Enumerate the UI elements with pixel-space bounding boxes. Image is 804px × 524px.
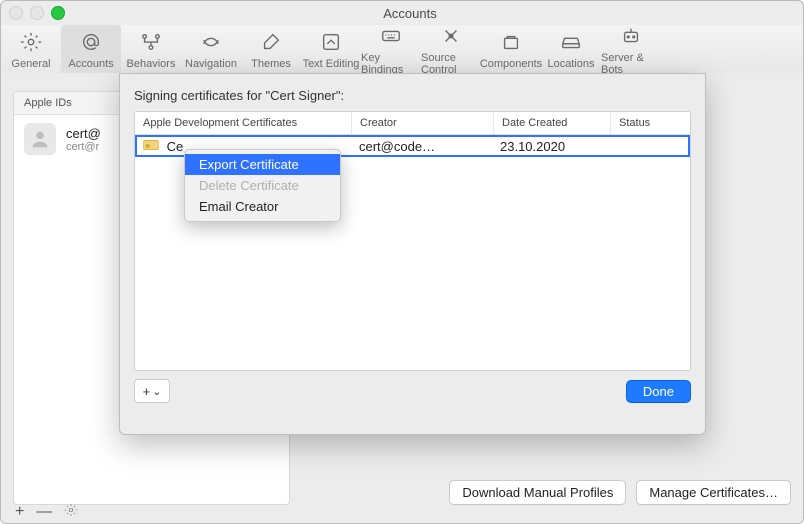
tab-general[interactable]: General xyxy=(1,25,61,75)
signing-certificates-sheet: Signing certificates for "Cert Signer": … xyxy=(119,73,706,435)
package-icon xyxy=(500,31,522,56)
drive-icon xyxy=(560,31,582,56)
add-account-button[interactable]: + xyxy=(15,504,24,520)
tab-components[interactable]: Components xyxy=(481,25,541,75)
tab-label: General xyxy=(11,58,50,70)
account-text: cert@ cert@r xyxy=(66,126,101,153)
cell-date: 23.10.2020 xyxy=(492,137,608,156)
tab-label: Behaviors xyxy=(127,58,176,70)
context-menu: Export Certificate Delete Certificate Em… xyxy=(184,149,341,222)
tab-locations[interactable]: Locations xyxy=(541,25,601,75)
sheet-title: Signing certificates for "Cert Signer": xyxy=(134,88,691,103)
arrows-icon xyxy=(200,31,222,56)
tab-label: Text Editing xyxy=(303,58,360,70)
account-subtext: cert@r xyxy=(66,141,101,153)
tab-accounts[interactable]: Accounts xyxy=(61,25,121,75)
branch-icon xyxy=(440,25,462,50)
certificate-icon xyxy=(143,139,159,151)
cell-creator: cert@code… xyxy=(351,137,492,156)
done-button[interactable]: Done xyxy=(626,380,691,403)
tab-text-editing[interactable]: Text Editing xyxy=(301,25,361,75)
sidebar-header-label: Apple IDs xyxy=(24,97,72,109)
plus-icon: + xyxy=(143,384,151,399)
chevron-down-icon: ⌄ xyxy=(152,385,161,398)
at-icon xyxy=(80,31,102,56)
titlebar: Accounts xyxy=(1,1,803,25)
tab-themes[interactable]: Themes xyxy=(241,25,301,75)
menu-item-export-certificate[interactable]: Export Certificate xyxy=(185,154,340,175)
tab-label: Key Bindings xyxy=(361,52,421,76)
detail-buttons: Download Manual Profiles Manage Certific… xyxy=(449,480,791,505)
column-header-date[interactable]: Date Created xyxy=(494,112,611,134)
brush-icon xyxy=(260,31,282,56)
nodes-icon xyxy=(140,31,162,56)
column-header-creator[interactable]: Creator xyxy=(352,112,494,134)
sidebar-footer-controls: + — xyxy=(15,503,78,521)
window-title: Accounts xyxy=(25,6,795,21)
robot-icon xyxy=(620,25,642,50)
column-header-name[interactable]: Apple Development Certificates xyxy=(135,112,352,134)
gear-icon xyxy=(20,31,42,56)
avatar xyxy=(24,123,56,155)
keyboard-icon xyxy=(380,25,402,50)
tab-server-bots[interactable]: Server & Bots xyxy=(601,25,661,75)
tab-label: Source Control xyxy=(421,52,481,76)
remove-account-button[interactable]: — xyxy=(36,504,52,520)
manage-certificates-button[interactable]: Manage Certificates… xyxy=(636,480,791,505)
download-profiles-button[interactable]: Download Manual Profiles xyxy=(449,480,626,505)
close-window-button[interactable] xyxy=(9,6,23,20)
tab-key-bindings[interactable]: Key Bindings xyxy=(361,25,421,75)
tab-source-control[interactable]: Source Control xyxy=(421,25,481,75)
cell-status xyxy=(608,144,690,148)
menu-item-delete-certificate: Delete Certificate xyxy=(185,175,340,196)
edit-icon xyxy=(320,31,342,56)
tab-navigation[interactable]: Navigation xyxy=(181,25,241,75)
tab-label: Accounts xyxy=(68,58,113,70)
tab-label: Themes xyxy=(251,58,291,70)
tab-label: Components xyxy=(480,58,542,70)
account-email: cert@ xyxy=(66,126,101,141)
preferences-toolbar: General Accounts Behaviors Navigation Th… xyxy=(1,25,803,76)
tab-behaviors[interactable]: Behaviors xyxy=(121,25,181,75)
add-certificate-button[interactable]: + ⌄ xyxy=(134,379,170,403)
cert-name-text: Ce xyxy=(167,139,184,154)
tab-label: Locations xyxy=(547,58,594,70)
preferences-window: Accounts General Accounts Behaviors Navi… xyxy=(0,0,804,524)
table-header: Apple Development Certificates Creator D… xyxy=(135,112,690,135)
sheet-footer: + ⌄ Done xyxy=(134,379,691,403)
tab-label: Server & Bots xyxy=(601,52,661,76)
account-actions-button[interactable] xyxy=(64,503,78,521)
menu-item-email-creator[interactable]: Email Creator xyxy=(185,196,340,217)
column-header-status[interactable]: Status xyxy=(611,112,690,134)
tab-label: Navigation xyxy=(185,58,237,70)
